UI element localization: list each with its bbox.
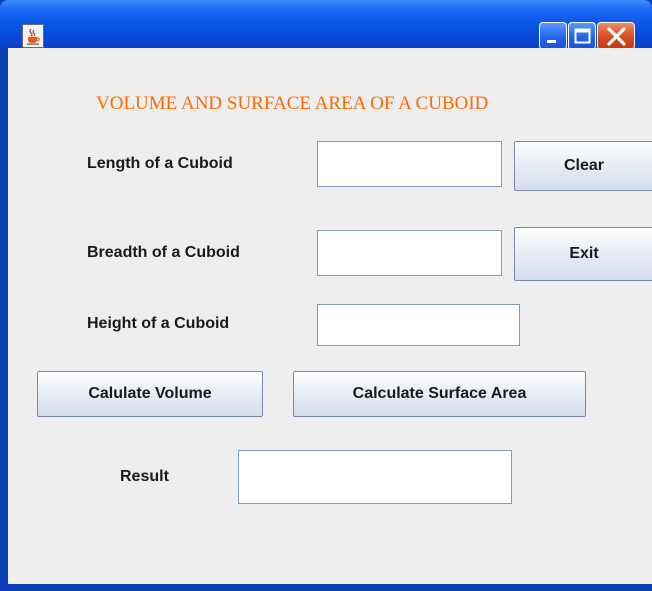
height-input[interactable] <box>317 304 520 346</box>
breadth-label: Breadth of a Cuboid <box>87 244 240 261</box>
height-label: Height of a Cuboid <box>87 315 230 332</box>
page-title: VOLUME AND SURFACE AREA OF A CUBOID <box>96 93 489 114</box>
result-field[interactable] <box>238 450 512 504</box>
application-window: VOLUME AND SURFACE AREA OF A CUBOID Leng… <box>0 0 652 591</box>
length-input[interactable] <box>317 141 502 187</box>
calculate-surface-area-button[interactable]: Calculate Surface Area <box>293 371 586 417</box>
breadth-input[interactable] <box>317 230 502 276</box>
close-icon <box>607 27 626 46</box>
calculate-volume-button[interactable]: Calulate Volume <box>37 371 263 417</box>
java-coffee-icon[interactable] <box>22 24 44 48</box>
clear-button[interactable]: Clear <box>514 141 652 191</box>
maximize-icon <box>574 28 591 44</box>
window-bottom-border <box>0 584 652 591</box>
exit-button[interactable]: Exit <box>514 227 652 281</box>
title-bar[interactable] <box>0 0 652 50</box>
close-button[interactable] <box>597 22 635 50</box>
result-label: Result <box>120 468 169 485</box>
length-label: Length of a Cuboid <box>87 155 233 172</box>
maximize-button[interactable] <box>568 22 596 50</box>
minimize-button[interactable] <box>539 22 567 50</box>
minimize-icon <box>547 40 556 43</box>
